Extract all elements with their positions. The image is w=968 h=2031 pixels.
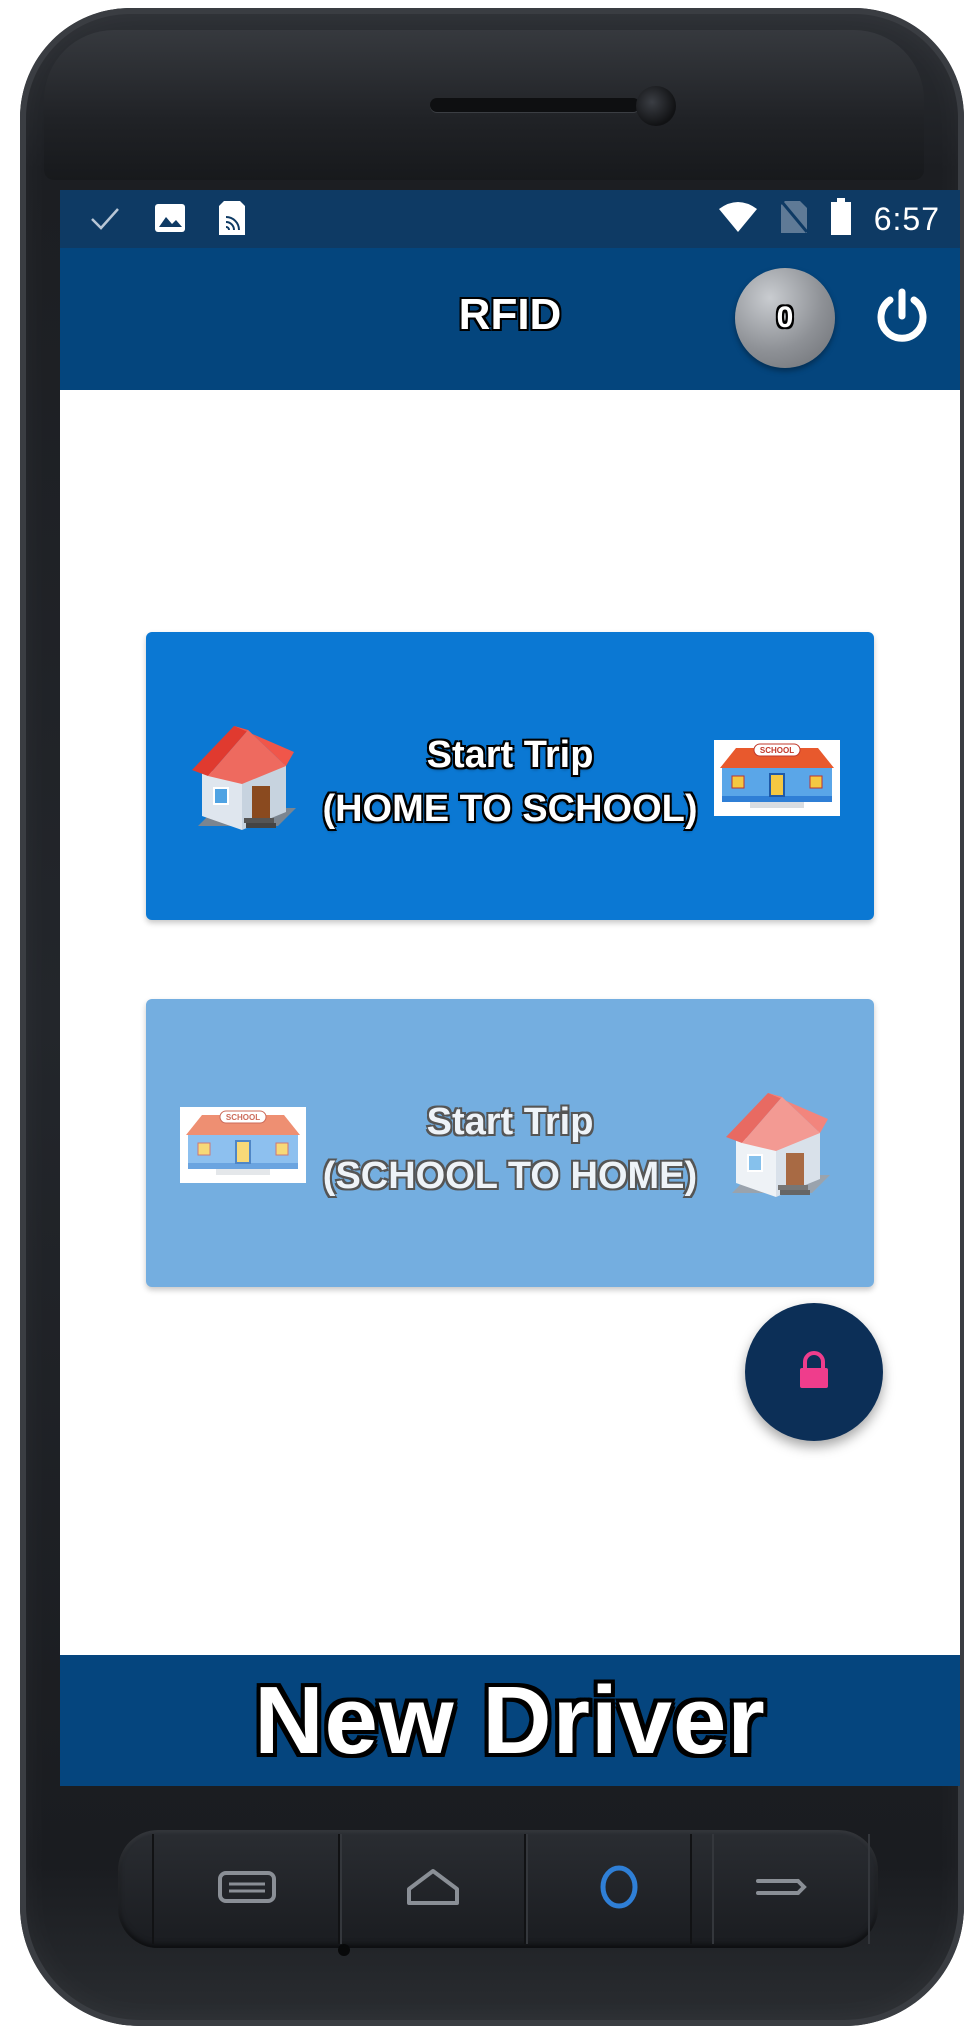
lock-button[interactable] [745, 1303, 883, 1441]
back-key-icon [750, 1867, 810, 1912]
front-camera [636, 86, 676, 126]
battery-icon [830, 198, 852, 241]
status-time: 6:57 [873, 201, 940, 237]
app-bar: RFID 0 [60, 248, 960, 390]
check-icon [88, 201, 122, 240]
house-icon [712, 1075, 842, 1205]
image-icon [154, 203, 186, 238]
main-content: Start Trip (HOME TO SCHOOL) SCHOOL SCHOO… [60, 390, 960, 1655]
lock-icon [794, 1350, 834, 1395]
start-trip-school-to-home-button[interactable]: SCHOOL Start Trip (SCHOOL TO HOME) [146, 999, 874, 1287]
power-button[interactable] [860, 276, 944, 360]
no-sim-icon [780, 200, 808, 239]
center-key[interactable] [524, 1834, 714, 1944]
microphone-hole [338, 1944, 350, 1956]
banner-text: New Driver [254, 1666, 766, 1774]
nfc-card-icon [218, 200, 246, 241]
menu-key[interactable] [152, 1834, 342, 1944]
power-icon [872, 286, 932, 351]
status-bar: 6:57 [60, 190, 960, 248]
school-icon: SCHOOL [714, 740, 840, 816]
earpiece-speaker [430, 98, 640, 112]
phone-screen: 6:57 RFID 0 Start Trip (HOME TO SCHOOL) … [60, 190, 960, 1786]
driver-banner: New Driver [60, 1655, 960, 1786]
menu-key-icon [217, 1870, 277, 1909]
start-trip-home-to-school-button[interactable]: Start Trip (HOME TO SCHOOL) SCHOOL [146, 632, 874, 920]
home-key[interactable] [338, 1834, 528, 1944]
svg-text:SCHOOL: SCHOOL [760, 746, 794, 755]
back-key[interactable] [690, 1834, 870, 1944]
circle-key-icon [596, 1864, 642, 1915]
wifi-icon [718, 201, 758, 238]
count-badge[interactable]: 0 [735, 268, 835, 368]
home-key-icon [405, 1867, 461, 1912]
count-value: 0 [776, 301, 794, 334]
